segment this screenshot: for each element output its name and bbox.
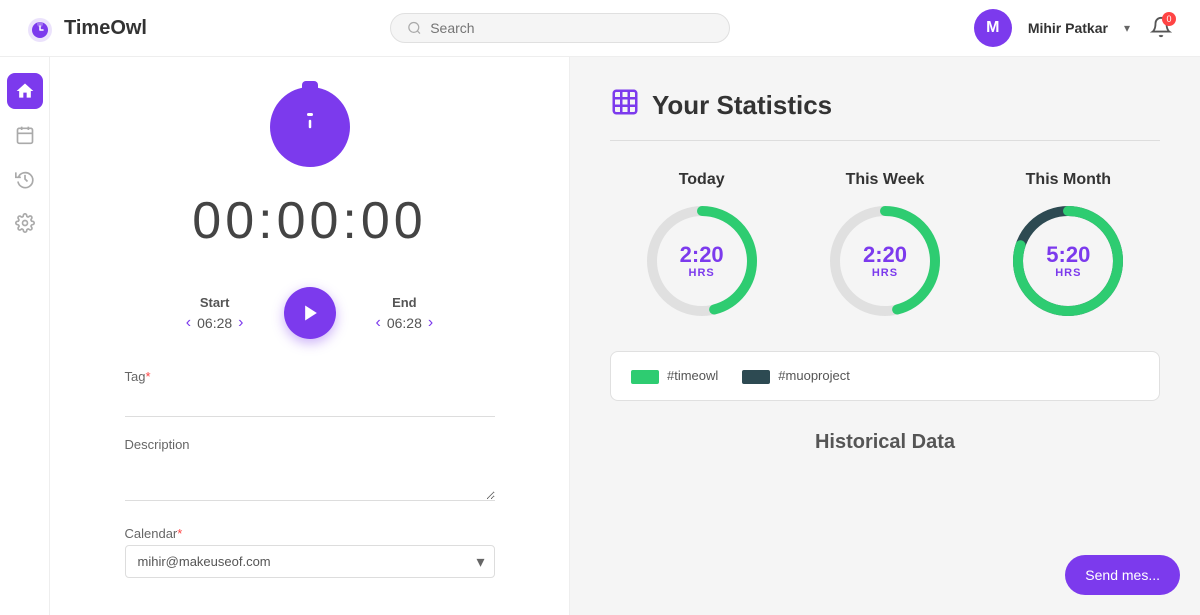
sidebar-item-settings[interactable] [7,205,43,241]
stat-col-month: This Month 5:20 HRS [1008,171,1128,321]
stats-title: Your Statistics [610,87,1160,124]
history-icon [15,169,35,189]
calendar-select[interactable]: mihir@makeuseof.com [125,545,495,578]
calendar-label: Calendar* [125,526,495,541]
search-bar[interactable] [390,13,730,43]
chevron-down-icon[interactable]: ▾ [1124,21,1130,35]
timer-panel: 00:00:00 Start ‹ 06:28 › [50,57,570,615]
today-unit: HRS [680,267,724,279]
logo-icon [24,12,56,44]
logo-text: TimeOwl [64,17,147,40]
today-value: 2:20 [680,243,724,267]
month-unit: HRS [1046,267,1090,279]
today-donut: 2:20 HRS [642,201,762,321]
chat-button[interactable]: Send mes... [1065,555,1180,595]
stat-col-today: Today 2:20 HRS [642,171,762,321]
start-label: Start [200,295,230,310]
main-content: 00:00:00 Start ‹ 06:28 › [50,57,1200,615]
week-unit: HRS [863,267,907,279]
stats-divider [610,140,1160,141]
play-button[interactable] [284,287,336,339]
legend-item-timeowl: #timeowl [631,368,718,384]
week-value: 2:20 [863,243,907,267]
home-icon [15,81,35,101]
calendar-select-wrap: mihir@makeuseof.com ▾ [125,545,495,578]
search-icon [407,20,422,36]
sidebar-item-calendar[interactable] [7,117,43,153]
timer-controls: Start ‹ 06:28 › End ‹ 06 [186,287,433,339]
legend-color-muoproject [742,370,770,384]
historical-title: Historical Data [610,431,1160,454]
timer-form: Tag* Description Calendar* mihir@makeuse… [125,369,495,598]
sidebar [0,57,50,615]
stats-icon [610,87,640,124]
settings-icon [15,213,35,233]
layout: 00:00:00 Start ‹ 06:28 › [0,57,1200,615]
stopwatch-icon [290,107,330,147]
stats-title-text: Your Statistics [652,90,832,121]
stats-columns: Today 2:20 HRS This Week [610,171,1160,321]
end-time-value: 06:28 [387,315,422,331]
end-label: End [392,295,417,310]
notification-button[interactable]: 0 [1146,12,1176,45]
stat-col-week: This Week 2:20 HRS [825,171,945,321]
timer-circle [270,87,350,167]
calendar-field: Calendar* mihir@makeuseof.com ▾ [125,526,495,578]
month-value: 5:20 [1046,243,1090,267]
week-center: 2:20 HRS [863,243,907,279]
search-input[interactable] [430,20,713,36]
description-label: Description [125,437,495,452]
user-avatar: M [974,9,1012,47]
end-prev-arrow[interactable]: ‹ [376,314,381,332]
week-donut: 2:20 HRS [825,201,945,321]
start-prev-arrow[interactable]: ‹ [186,314,191,332]
tag-field: Tag* [125,369,495,417]
legend-label-muoproject: #muoproject [778,368,850,383]
header: TimeOwl M Mihir Patkar ▾ 0 [0,0,1200,57]
legend-box: #timeowl #muoproject [610,351,1160,401]
description-textarea[interactable] [125,456,495,501]
notification-badge: 0 [1162,12,1176,26]
week-label: This Week [846,171,925,189]
stats-panel: Your Statistics Today 2:20 HRS [570,57,1200,615]
sidebar-item-home[interactable] [7,73,43,109]
timer-icon-wrap [270,87,350,167]
today-label: Today [679,171,725,189]
header-right: M Mihir Patkar ▾ 0 [974,9,1176,47]
play-icon [301,303,321,323]
start-time-group: Start ‹ 06:28 › [186,295,244,332]
calendar-icon [15,125,35,145]
tag-input[interactable] [125,388,495,417]
month-donut: 5:20 HRS [1008,201,1128,321]
legend-label-timeowl: #timeowl [667,368,718,383]
today-center: 2:20 HRS [680,243,724,279]
description-field: Description [125,437,495,506]
legend-color-timeowl [631,370,659,384]
tag-label: Tag* [125,369,495,384]
legend-item-muoproject: #muoproject [742,368,850,384]
end-time-nav: ‹ 06:28 › [376,314,434,332]
start-next-arrow[interactable]: › [238,314,243,332]
sidebar-item-history[interactable] [7,161,43,197]
start-time-nav: ‹ 06:28 › [186,314,244,332]
logo: TimeOwl [24,12,147,44]
end-next-arrow[interactable]: › [428,314,433,332]
user-name: Mihir Patkar [1028,20,1108,36]
end-time-group: End ‹ 06:28 › [376,295,434,332]
month-center: 5:20 HRS [1046,243,1090,279]
start-time-value: 06:28 [197,315,232,331]
month-label: This Month [1026,171,1111,189]
timer-display: 00:00:00 [192,191,426,251]
